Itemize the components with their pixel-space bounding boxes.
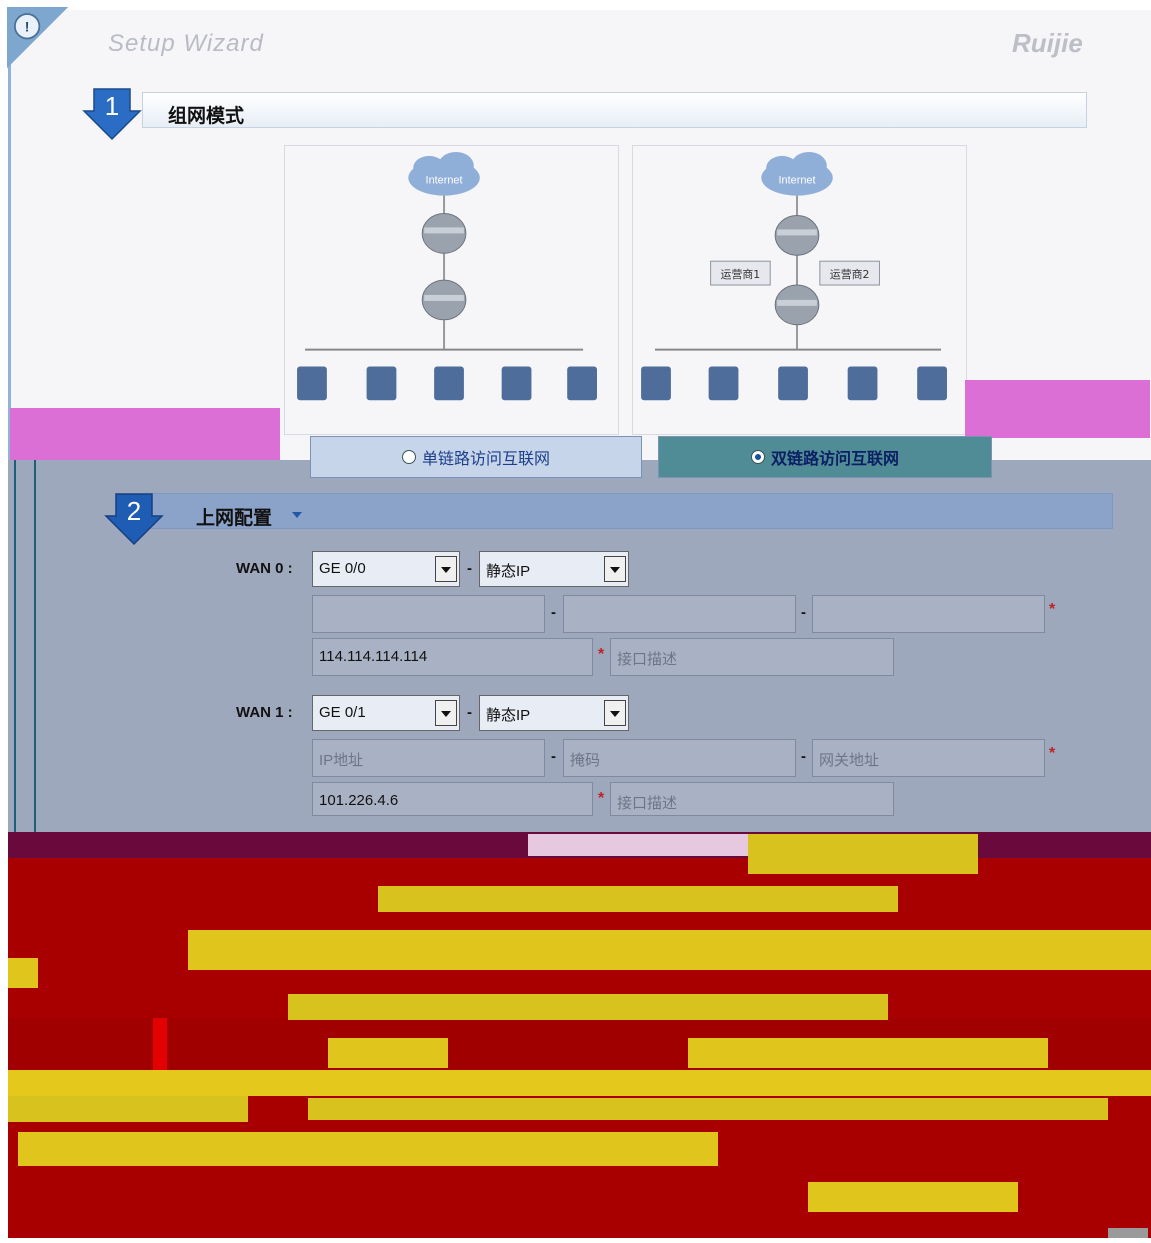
svg-text:!: ! bbox=[25, 19, 30, 35]
separator: - bbox=[551, 748, 556, 765]
wan1-mode-value: 静态IP bbox=[486, 707, 531, 724]
info-badge-icon: ! bbox=[7, 7, 69, 69]
wan1-ip-input[interactable]: IP地址 bbox=[312, 739, 545, 777]
cloud-label: Internet bbox=[426, 175, 463, 187]
corrupt-stripe bbox=[1108, 1228, 1148, 1238]
required-mark: * bbox=[598, 646, 605, 663]
wan0-gateway-input[interactable] bbox=[812, 595, 1045, 633]
isp-label-1: 运营商1 bbox=[721, 267, 761, 281]
wizard-title: Setup Wizard bbox=[108, 30, 264, 57]
wan1-mask-input[interactable]: 掩码 bbox=[563, 739, 796, 777]
step1-number-icon: 1 bbox=[82, 88, 142, 141]
corrupt-stripe bbox=[688, 1038, 1048, 1068]
corrupt-stripe bbox=[308, 1098, 1108, 1120]
corrupt-stripe bbox=[328, 1038, 448, 1068]
brand-logo: Ruijie bbox=[1012, 28, 1083, 58]
wan1-description-input[interactable]: 接口描述 bbox=[610, 782, 894, 816]
dropdown-arrow-icon[interactable] bbox=[604, 700, 626, 726]
switch-icon bbox=[774, 284, 820, 326]
wan0-interface-select[interactable]: GE 0/0 bbox=[312, 551, 460, 587]
wan1-label: WAN 1 : bbox=[236, 704, 293, 721]
wan0-mask-input[interactable] bbox=[563, 595, 796, 633]
separator: - bbox=[801, 604, 806, 621]
dual-link-option[interactable]: 双链路访问互联网 bbox=[658, 436, 992, 478]
corrupt-stripe bbox=[748, 834, 978, 874]
wan1-interface-value: GE 0/1 bbox=[319, 704, 366, 721]
wan1-interface-select[interactable]: GE 0/1 bbox=[312, 695, 460, 731]
corrupt-stripe bbox=[188, 930, 1151, 970]
wan0-ip-input[interactable] bbox=[312, 595, 545, 633]
step1-title: 组网模式 bbox=[168, 106, 245, 127]
corrupt-stripe bbox=[8, 1096, 248, 1122]
required-mark: * bbox=[1049, 601, 1056, 618]
wan1-mode-select[interactable]: 静态IP bbox=[479, 695, 629, 731]
dual-link-label: 双链路访问互联网 bbox=[770, 451, 899, 468]
required-mark: * bbox=[598, 790, 605, 807]
wan0-dns-input[interactable]: 114.114.114.114 bbox=[312, 638, 593, 676]
separator: - bbox=[551, 604, 556, 621]
single-link-diagram[interactable]: Internet bbox=[284, 145, 619, 435]
router-icon bbox=[421, 213, 467, 254]
wan0-description-input[interactable]: 接口描述 bbox=[610, 638, 894, 676]
router-icon bbox=[774, 215, 820, 256]
page-bottom-edge bbox=[0, 1238, 1151, 1243]
separator: - bbox=[801, 748, 806, 765]
cloud-label: Internet bbox=[779, 175, 816, 187]
dual-link-diagram[interactable]: Internet 运营商1 运营商2 bbox=[632, 145, 967, 435]
radio-selected-icon[interactable] bbox=[750, 450, 765, 464]
step2-number-icon: 2 bbox=[104, 493, 164, 546]
corrupt-stripe bbox=[18, 1132, 718, 1166]
chevron-down-icon[interactable] bbox=[292, 512, 302, 518]
single-link-option[interactable]: 单链路访问互联网 bbox=[310, 436, 642, 478]
corrupt-stripe bbox=[528, 834, 768, 856]
wan1-gateway-input[interactable]: 网关地址 bbox=[812, 739, 1045, 777]
corrupt-stripe bbox=[378, 886, 898, 912]
corrupted-render-region bbox=[8, 832, 1151, 1238]
panel-rail bbox=[34, 460, 36, 832]
corrupt-stripe bbox=[153, 1018, 167, 1070]
required-mark: * bbox=[1049, 745, 1056, 762]
dropdown-arrow-icon[interactable] bbox=[604, 556, 626, 582]
pc-icon-group bbox=[297, 366, 597, 401]
cloud-icon: Internet bbox=[408, 151, 480, 196]
corrupt-stripe bbox=[808, 1182, 1018, 1212]
switch-icon bbox=[421, 279, 467, 321]
dropdown-arrow-icon[interactable] bbox=[435, 556, 457, 582]
wan0-interface-value: GE 0/0 bbox=[319, 560, 366, 577]
step2-title: 上网配置 bbox=[196, 508, 273, 529]
cloud-icon: Internet bbox=[761, 151, 833, 196]
corrupt-stripe bbox=[8, 958, 38, 988]
wan0-mode-select[interactable]: 静态IP bbox=[479, 551, 629, 587]
step2-header bbox=[150, 493, 1113, 529]
panel-rail bbox=[14, 460, 16, 832]
single-link-label: 单链路访问互联网 bbox=[421, 451, 550, 468]
wan1-dns-input[interactable]: 101.226.4.6 bbox=[312, 782, 593, 816]
wan0-mode-value: 静态IP bbox=[486, 563, 531, 580]
corrupt-stripe bbox=[8, 1070, 1151, 1096]
step1-number: 1 bbox=[105, 91, 119, 121]
corrupt-stripe bbox=[288, 994, 888, 1020]
step2-number: 2 bbox=[127, 496, 141, 526]
step1-header bbox=[142, 92, 1087, 128]
wan0-label: WAN 0 : bbox=[236, 560, 293, 577]
render-artifact-band bbox=[10, 408, 280, 460]
render-artifact-band bbox=[965, 380, 1150, 438]
isp-label-2: 运营商2 bbox=[830, 267, 870, 281]
pc-icon-group bbox=[641, 366, 947, 401]
radio-icon[interactable] bbox=[401, 450, 416, 464]
separator: - bbox=[467, 704, 472, 721]
separator: - bbox=[467, 560, 472, 577]
dropdown-arrow-icon[interactable] bbox=[435, 700, 457, 726]
